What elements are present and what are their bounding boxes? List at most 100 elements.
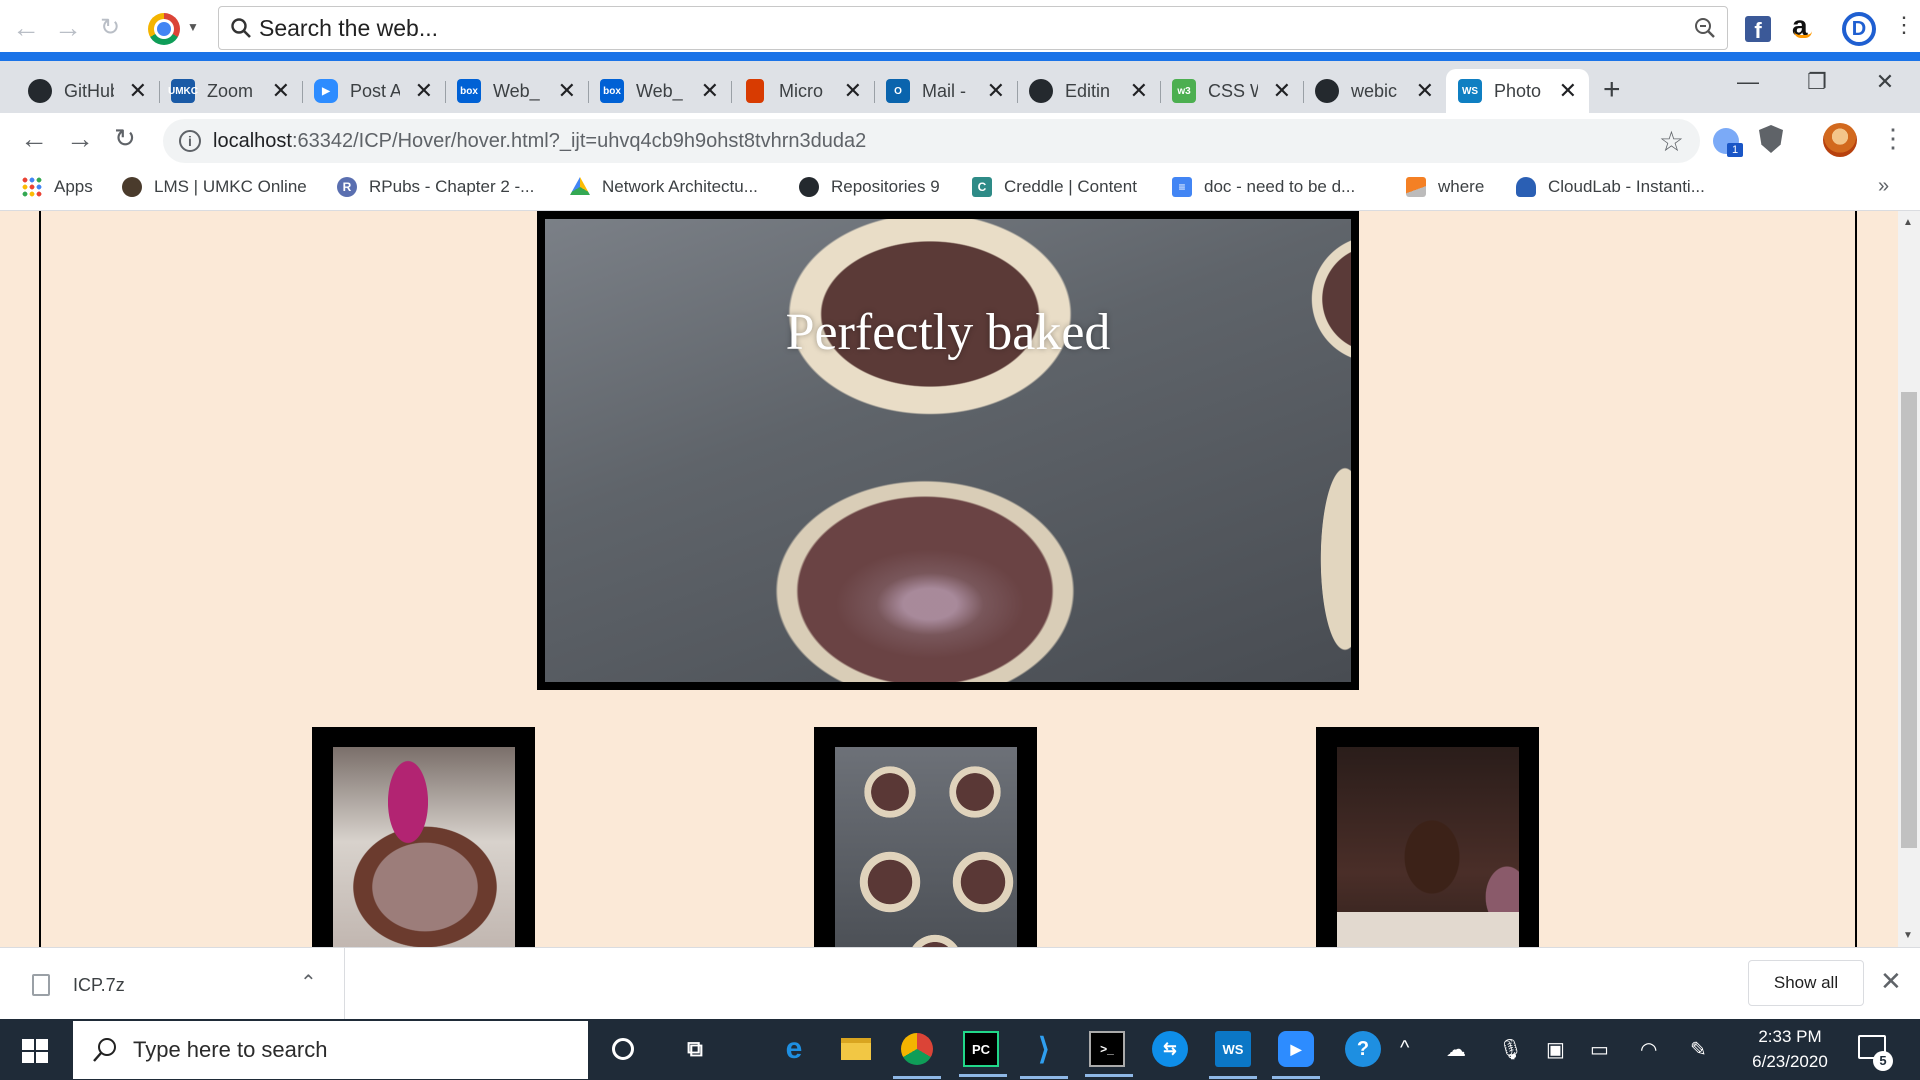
browser-menu-icon[interactable]: ⋮: [1880, 123, 1906, 154]
tab-active[interactable]: WS Photo ✕: [1446, 69, 1589, 113]
webstorm-taskbar-icon[interactable]: WS: [1209, 1031, 1257, 1079]
pycharm-icon[interactable]: PC: [959, 1031, 1007, 1077]
edge-icon[interactable]: e: [776, 1031, 812, 1067]
scroll-down-arrow-icon[interactable]: ▼: [1903, 930, 1913, 941]
thumbnail-batter-bowl[interactable]: [312, 727, 535, 947]
web-search-input[interactable]: [259, 11, 1659, 45]
bookmark-repositories[interactable]: Repositories 9: [799, 177, 940, 197]
web-search-box[interactable]: [218, 6, 1728, 50]
vertical-scrollbar[interactable]: ▲ ▼: [1898, 211, 1920, 947]
device-icon[interactable]: ▣: [1546, 1037, 1565, 1062]
tab[interactable]: w3 CSS W ✕: [1160, 69, 1304, 113]
thumbnail-cupcake-tin[interactable]: [814, 727, 1037, 947]
task-view-icon[interactable]: ⧉: [677, 1031, 713, 1067]
scroll-up-arrow-icon[interactable]: ▲: [1903, 217, 1913, 228]
toolbar-back-icon[interactable]: ←: [10, 12, 42, 44]
forward-icon[interactable]: →: [66, 123, 94, 155]
url-text[interactable]: localhost:63342/ICP/Hover/hover.html?_ij…: [213, 130, 866, 153]
bookmark-rpubs[interactable]: R RPubs - Chapter 2 -...: [337, 177, 534, 197]
site-info-icon[interactable]: i: [179, 130, 201, 152]
tab[interactable]: O Mail - ✕: [874, 69, 1018, 113]
bookmark-creddle[interactable]: C Creddle | Content: [972, 177, 1137, 197]
taskbar-search-input[interactable]: [133, 1033, 553, 1067]
batter-bowl-photo: [333, 747, 515, 947]
chevron-up-icon[interactable]: ^: [1400, 1037, 1409, 1060]
address-bar-row: ← → ↻ i localhost:63342/ICP/Hover/hover.…: [0, 113, 1920, 169]
vscode-icon[interactable]: ⟩: [1020, 1031, 1068, 1079]
chevron-up-icon[interactable]: ⌃: [300, 970, 317, 995]
tab[interactable]: ▶ Post A ✕: [302, 69, 446, 113]
close-icon[interactable]: ✕: [1130, 78, 1148, 104]
bookmark-lms[interactable]: LMS | UMKC Online: [122, 177, 307, 197]
tab[interactable]: GitHub ✕: [16, 69, 160, 113]
bookmark-doc[interactable]: ≡ doc - need to be d...: [1172, 177, 1355, 197]
bookmark-label: Network Architectu...: [602, 177, 758, 196]
profile-d-icon[interactable]: D: [1842, 12, 1876, 46]
window-close-icon[interactable]: ✕: [1865, 69, 1905, 105]
extension-badge: 1: [1727, 143, 1743, 157]
back-icon[interactable]: ←: [20, 123, 48, 155]
toolbar-forward-icon[interactable]: →: [52, 12, 84, 44]
more-options-icon[interactable]: ⋮: [1893, 12, 1915, 38]
close-icon[interactable]: ✕: [558, 78, 576, 104]
teamviewer-icon[interactable]: ⇆: [1152, 1031, 1188, 1067]
reload-icon[interactable]: ↻: [114, 123, 136, 154]
help-icon[interactable]: ?: [1345, 1031, 1381, 1067]
bookmark-where[interactable]: where: [1406, 177, 1484, 197]
show-all-button[interactable]: Show all: [1748, 960, 1864, 1006]
new-tab-icon[interactable]: +: [1603, 73, 1621, 107]
scroll-thumb[interactable]: [1901, 392, 1917, 848]
chrome-taskbar-icon[interactable]: [893, 1031, 941, 1079]
amazon-icon[interactable]: a: [1792, 10, 1812, 42]
terminal-icon[interactable]: >_: [1085, 1031, 1133, 1077]
close-icon[interactable]: ✕: [1273, 78, 1291, 104]
tab[interactable]: Editin ✕: [1017, 69, 1161, 113]
close-icon[interactable]: ✕: [272, 78, 290, 104]
bookmark-network[interactable]: Network Architectu...: [570, 177, 758, 197]
close-icon[interactable]: ✕: [987, 78, 1005, 104]
battery-icon[interactable]: ▭: [1590, 1037, 1609, 1062]
thumbnail-frosted-cupcake[interactable]: [1316, 727, 1539, 947]
windows-start-icon[interactable]: [22, 1039, 48, 1063]
close-icon[interactable]: ✕: [844, 78, 862, 104]
tab[interactable]: box Web_ ✕: [588, 69, 732, 113]
clock-time[interactable]: 2:33 PM: [1740, 1027, 1840, 1047]
close-icon[interactable]: ✕: [1880, 966, 1902, 997]
tab-label: Post A: [350, 80, 400, 101]
chrome-logo-icon[interactable]: [148, 13, 180, 45]
url-field[interactable]: i localhost:63342/ICP/Hover/hover.html?_…: [163, 119, 1700, 163]
close-icon[interactable]: ✕: [1416, 78, 1434, 104]
file-explorer-icon[interactable]: [838, 1031, 874, 1067]
rpubs-icon: R: [337, 177, 357, 197]
chevron-right-double-icon[interactable]: »: [1878, 175, 1889, 198]
onedrive-icon[interactable]: ☁: [1446, 1037, 1466, 1062]
chevron-down-icon[interactable]: ▼: [187, 20, 199, 34]
shield-extension-icon[interactable]: [1759, 125, 1783, 153]
zoom-search-icon[interactable]: [1693, 16, 1717, 40]
hero-image-frame[interactable]: Perfectly baked: [537, 211, 1359, 690]
bookmark-apps[interactable]: Apps: [22, 177, 93, 197]
download-item[interactable]: ICP.7z ⌃: [0, 948, 345, 1020]
facebook-icon[interactable]: f: [1745, 16, 1771, 43]
cortana-icon[interactable]: [605, 1031, 641, 1067]
close-icon[interactable]: ✕: [129, 78, 147, 104]
close-icon[interactable]: ✕: [701, 78, 719, 104]
close-icon[interactable]: ✕: [415, 78, 433, 104]
avatar[interactable]: [1823, 123, 1857, 157]
bookmark-star-icon[interactable]: ☆: [1659, 125, 1684, 158]
wifi-icon[interactable]: ◠: [1640, 1037, 1657, 1062]
microphone-icon[interactable]: 🎙: [1498, 1037, 1523, 1062]
zoom-taskbar-icon[interactable]: ▶: [1272, 1031, 1320, 1079]
bookmark-cloudlab[interactable]: CloudLab - Instanti...: [1516, 177, 1705, 197]
tab[interactable]: webic ✕: [1303, 69, 1446, 113]
tab[interactable]: box Web_ ✕: [445, 69, 589, 113]
taskbar-search-box[interactable]: [73, 1021, 588, 1079]
restore-icon[interactable]: ❐: [1797, 69, 1837, 105]
clock-date[interactable]: 6/23/2020: [1740, 1052, 1840, 1072]
close-icon[interactable]: ✕: [1559, 78, 1577, 104]
pen-icon[interactable]: ✎: [1690, 1037, 1707, 1062]
tab[interactable]: Micro ✕: [731, 69, 875, 113]
minimize-icon[interactable]: —: [1728, 69, 1768, 105]
toolbar-reload-icon[interactable]: ↻: [94, 12, 126, 44]
tab[interactable]: UMKC Zoom ✕: [159, 69, 303, 113]
